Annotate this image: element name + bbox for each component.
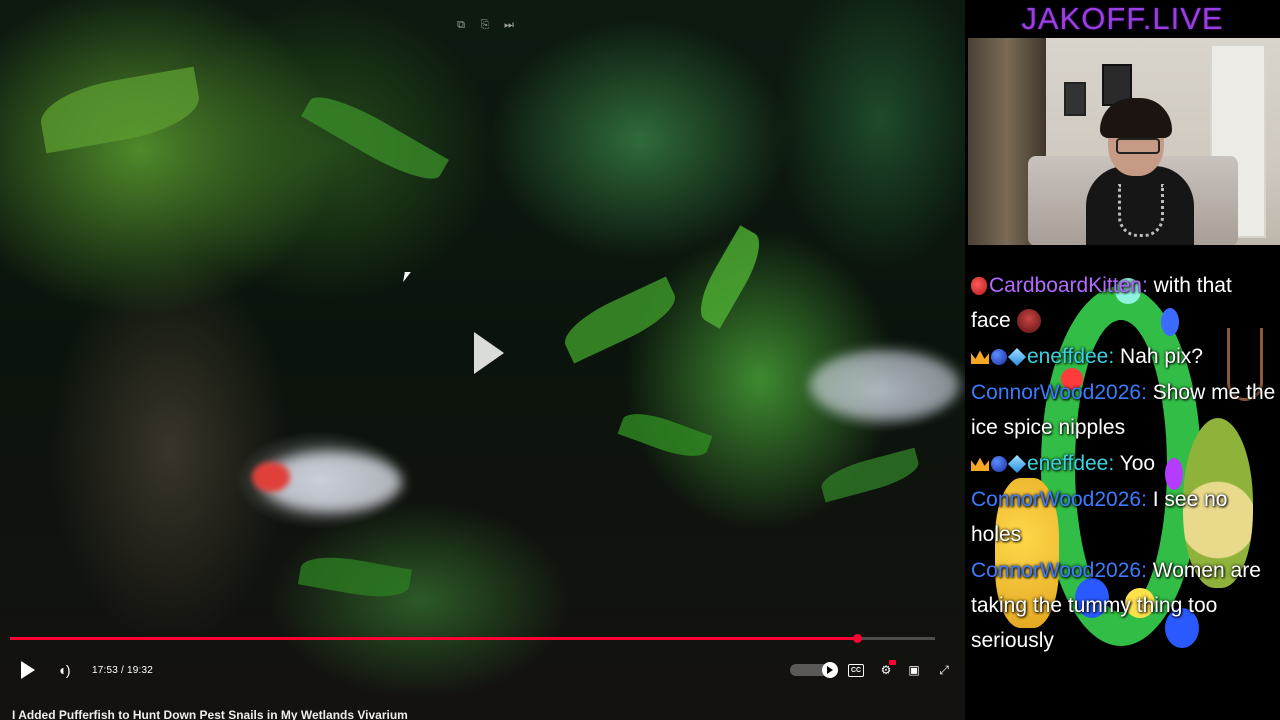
miniplayer-icon: ▣ — [908, 663, 920, 677]
play-icon — [827, 666, 833, 674]
progress-knob[interactable] — [853, 634, 863, 643]
chat-message: ConnorWood2026: I see no holes — [971, 482, 1277, 552]
fullscreen-icon: ⤢ — [939, 662, 949, 677]
crown-badge — [971, 350, 989, 365]
glasses — [1116, 138, 1160, 154]
player-controls: ◖) 17:53 / 19:32 CC ⚙ ▣ ⤢ — [0, 652, 965, 688]
captions-button[interactable]: CC — [846, 652, 866, 688]
pufferfish — [810, 350, 960, 420]
chat-username[interactable]: eneffdee — [1027, 452, 1108, 475]
ice-cube-badge — [1007, 348, 1027, 367]
video-title[interactable]: I Added Pufferfish to Hunt Down Pest Sna… — [12, 708, 408, 720]
chat-username[interactable]: CardboardKitten — [989, 274, 1142, 297]
foliage — [690, 225, 770, 329]
foliage — [817, 447, 923, 503]
chat-separator: : — [1108, 452, 1120, 475]
webcam-feed — [968, 38, 1280, 245]
settings-button[interactable]: ⚙ — [876, 652, 896, 688]
ice-cube-badge — [1007, 455, 1027, 474]
chat-username[interactable]: ConnorWood2026 — [971, 381, 1141, 404]
next-icon[interactable]: ⏭ — [502, 18, 516, 32]
chain-necklace — [1118, 184, 1164, 237]
chat-text: Yoo — [1119, 452, 1156, 475]
play-button[interactable] — [16, 652, 40, 688]
foliage — [297, 550, 413, 604]
chat-message: eneffdee: Yoo — [971, 446, 1277, 481]
blue-orb-badge — [991, 349, 1007, 366]
chat-username[interactable]: eneffdee — [1027, 345, 1108, 368]
berry-badge — [971, 277, 987, 296]
stream-overlay-panel: JAKOFF.LIVE CardboardKitten: with that f… — [965, 0, 1280, 720]
top-overlay-icons: ⧉ ⎘ ⏭ — [454, 18, 516, 32]
fullscreen-button[interactable]: ⤢ — [934, 652, 954, 688]
mouse-cursor — [403, 272, 411, 282]
foliage — [301, 84, 449, 192]
chat-separator: : — [1141, 274, 1154, 297]
brand-title: JAKOFF.LIVE — [1021, 1, 1224, 36]
wall-poster — [1064, 82, 1086, 116]
chat-separator: : — [1108, 345, 1121, 368]
captions-icon: CC — [847, 663, 865, 677]
progress-bar[interactable] — [10, 634, 935, 643]
chat-username[interactable]: ConnorWood2026 — [971, 559, 1141, 582]
demon-face-emote — [1016, 309, 1041, 334]
autoplay-toggle[interactable] — [790, 662, 838, 678]
chat-message: eneffdee: Nah pix? — [971, 339, 1277, 374]
chat-text: Nah pix? — [1120, 345, 1203, 368]
chat-message: CardboardKitten: with that face — [971, 268, 1277, 338]
chat-message: ConnorWood2026: Show me the ice spice ni… — [971, 375, 1277, 445]
volume-icon: ◖) — [57, 662, 71, 678]
video-player[interactable]: ⧉ ⎘ ⏭ ◖) 17:53 / 19:32 CC ⚙ ▣ ⤢ I Added … — [0, 0, 965, 720]
external-link-icon[interactable]: ⧉ — [454, 18, 468, 32]
chat-separator: : — [1141, 381, 1153, 404]
blue-orb-badge — [991, 456, 1007, 473]
big-play-icon[interactable] — [474, 332, 504, 374]
time-display: 17:53 / 19:32 — [92, 664, 153, 676]
chat-separator: : — [1141, 559, 1153, 582]
chat-username[interactable]: ConnorWood2026 — [971, 488, 1141, 511]
chat-separator: : — [1141, 488, 1153, 511]
foliage — [36, 66, 204, 154]
foliage — [557, 276, 683, 364]
chat-log: CardboardKitten: with that face eneffdee:… — [971, 268, 1277, 659]
miniplayer-button[interactable]: ▣ — [904, 652, 924, 688]
crown-badge — [971, 457, 989, 472]
volume-button[interactable]: ◖) — [56, 652, 72, 688]
share-icon[interactable]: ⎘ — [478, 18, 492, 32]
autoplay-knob — [822, 662, 838, 678]
pufferfish-head — [252, 462, 290, 492]
hd-badge — [889, 660, 896, 665]
play-icon — [21, 661, 35, 679]
progress-fill — [10, 637, 858, 640]
settings-icon: ⚙ — [880, 663, 892, 677]
foliage — [617, 405, 713, 465]
chat-message: ConnorWood2026: Women are taking the tum… — [971, 553, 1277, 658]
